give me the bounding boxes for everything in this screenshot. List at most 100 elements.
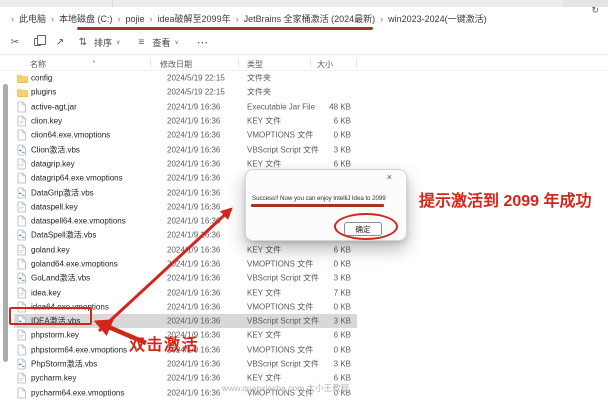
breadcrumb-chevron-icon: › — [118, 14, 121, 24]
column-header-type[interactable]: 类型 — [247, 59, 263, 70]
file-date-modified: 2024/1/9 16:36 — [167, 217, 220, 226]
annotation-red-circle — [334, 213, 398, 240]
file-type: KEY 文件 — [247, 158, 281, 169]
annotation-double-click-tip: 双击激活 — [129, 331, 199, 355]
breadcrumb-item[interactable]: pojie — [126, 14, 145, 24]
file-row[interactable]: phpstorm.key2024/1/9 16:36KEY 文件6 KB — [0, 328, 608, 342]
file-row[interactable]: plugins 2024/5/19 22:15 文件夹 — [0, 85, 608, 99]
file-type: VMOPTIONS 文件 — [247, 301, 313, 312]
file-name: idea.key — [31, 288, 61, 297]
annotation-message-underline — [251, 204, 384, 207]
file-size: 7 KB — [306, 288, 351, 297]
breadcrumb-item[interactable]: 本地磁盘 (C:) — [59, 12, 113, 25]
file-date-modified: 2024/1/9 16:36 — [167, 274, 220, 283]
tab-divider — [112, 0, 113, 7]
file-row[interactable]: config2024/5/19 22:15文件夹 — [0, 71, 608, 85]
breadcrumb-chevron-icon: › — [236, 14, 239, 24]
file-icon — [17, 259, 28, 270]
copy-icon[interactable] — [34, 38, 41, 46]
file-name: phpstorm64.exe.vmoptions — [31, 345, 127, 354]
refresh-icon[interactable]: ↻ — [591, 5, 599, 16]
vbs-icon — [17, 273, 28, 284]
column-header-name[interactable]: 名称 — [30, 59, 46, 70]
key-icon — [17, 158, 28, 169]
file-name: dataspell.key — [31, 202, 78, 211]
file-date-modified: 2024/1/9 16:36 — [167, 245, 220, 254]
file-name: pycharm.key — [31, 374, 76, 383]
file-row[interactable]: PhpStorm激活.vbs2024/1/9 16:36VBScript Scr… — [0, 357, 608, 371]
file-type: KEY 文件 — [247, 287, 281, 298]
file-size: 6 KB — [306, 117, 351, 126]
file-type: KEY 文件 — [247, 330, 281, 341]
file-name: pycharm64.exe.vmoptions — [31, 388, 124, 397]
file-name: clion.key — [31, 117, 62, 126]
chevron-right-icon: › — [11, 14, 14, 24]
file-date-modified: 2024/1/9 16:36 — [167, 260, 220, 269]
column-headers: ∧ 名称 修改日期 类型 大小 — [0, 55, 608, 71]
chevron-down-icon: ∨ — [116, 39, 120, 46]
breadcrumb-item[interactable]: 此电脑 — [19, 12, 46, 25]
file-size: 3 KB — [306, 145, 351, 154]
key-icon — [17, 244, 28, 255]
folder-icon — [17, 87, 28, 98]
file-name: dataspell64.exe.vmoptions — [31, 217, 126, 226]
key-icon — [17, 373, 28, 384]
file-size: 0 KB — [306, 131, 351, 140]
file-icon — [17, 173, 28, 184]
file-row[interactable]: Clion激活.vbs2024/1/9 16:36VBScript Script… — [0, 142, 608, 156]
file-name: GoLand激活.vbs — [31, 273, 90, 284]
column-divider — [150, 58, 151, 68]
file-row[interactable]: goland.key2024/1/9 16:36KEY 文件6 KB — [0, 243, 608, 257]
file-date-modified: 2024/1/9 16:36 — [167, 131, 220, 140]
annotation-success-tip: 提示激活到 2099 年成功 — [419, 187, 592, 211]
file-row[interactable]: goland64.exe.vmoptions2024/1/9 16:36VMOP… — [0, 257, 608, 271]
key-icon — [17, 287, 28, 298]
left-scrollbar[interactable] — [3, 84, 8, 362]
file-name: clion64.exe.vmoptions — [31, 131, 110, 140]
file-name: datagrip64.exe.vmoptions — [31, 174, 123, 183]
vbs-icon — [17, 144, 28, 155]
file-name: plugins — [31, 88, 56, 97]
sort-icon: ⇅ — [76, 37, 90, 48]
file-icon — [17, 101, 28, 112]
close-icon[interactable]: × — [387, 172, 392, 182]
file-size: 6 KB — [306, 245, 351, 254]
file-icon — [17, 130, 28, 141]
file-date-modified: 2024/1/9 16:36 — [167, 288, 220, 297]
breadcrumb-item[interactable]: JetBrains 全家桶激活 (2024最新) — [244, 12, 376, 25]
file-row[interactable]: active-agt.jar2024/1/9 16:36Executable J… — [0, 100, 608, 114]
file-date-modified: 2024/1/9 16:36 — [167, 388, 220, 397]
sort-button[interactable]: ⇅ 排序 ∨ — [76, 36, 120, 49]
view-label: 查看 — [152, 36, 170, 49]
file-size: 3 KB — [306, 317, 351, 326]
cut-icon[interactable]: ✂ — [8, 37, 22, 48]
file-date-modified: 2024/1/9 16:36 — [167, 102, 220, 111]
file-row[interactable]: phpstorm64.exe.vmoptions2024/1/9 16:36VM… — [0, 343, 608, 357]
column-header-date-modified[interactable]: 修改日期 — [160, 59, 192, 70]
file-date-modified: 2024/1/9 16:36 — [167, 117, 220, 126]
more-options-button[interactable]: ⋯ — [197, 36, 209, 49]
file-name: goland.key — [31, 245, 70, 254]
file-type: 文件夹 — [247, 87, 271, 98]
breadcrumb-item[interactable]: idea破解至2099年 — [158, 12, 231, 25]
view-button[interactable]: ≡ 查看 ∨ — [134, 36, 178, 49]
breadcrumb-item[interactable]: win2023-2024(一键激活) — [388, 12, 487, 25]
file-name: datagrip.key — [31, 159, 75, 168]
file-explorer-window: › 此电脑›本地磁盘 (C:)›pojie›idea破解至2099年›JetBr… — [0, 0, 608, 400]
file-size: 6 KB — [306, 159, 351, 168]
folder-icon — [17, 73, 28, 84]
sort-label: 排序 — [94, 36, 112, 49]
file-row[interactable]: GoLand激活.vbs2024/1/9 16:36VBScript Scrip… — [0, 271, 608, 285]
file-date-modified: 2024/1/9 16:36 — [167, 374, 220, 383]
column-header-size[interactable]: 大小 — [317, 59, 333, 70]
file-row[interactable]: clion.key2024/1/9 16:36KEY 文件6 KB — [0, 114, 608, 128]
file-row[interactable]: idea.key 2024/1/9 16:36 KEY 文件 7 KB — [0, 285, 608, 299]
file-icon — [17, 216, 28, 227]
dialog-message: Success!! Now you can enjoy IntelliJ Ide… — [252, 195, 386, 202]
file-date-modified: 2024/5/19 22:15 — [167, 88, 225, 97]
file-row[interactable]: clion64.exe.vmoptions2024/1/9 16:36VMOPT… — [0, 128, 608, 142]
file-name: Clion激活.vbs — [31, 144, 80, 155]
share-icon[interactable]: ↗ — [53, 37, 67, 48]
file-size: 3 KB — [306, 274, 351, 283]
sort-ascending-icon: ∧ — [92, 59, 96, 65]
